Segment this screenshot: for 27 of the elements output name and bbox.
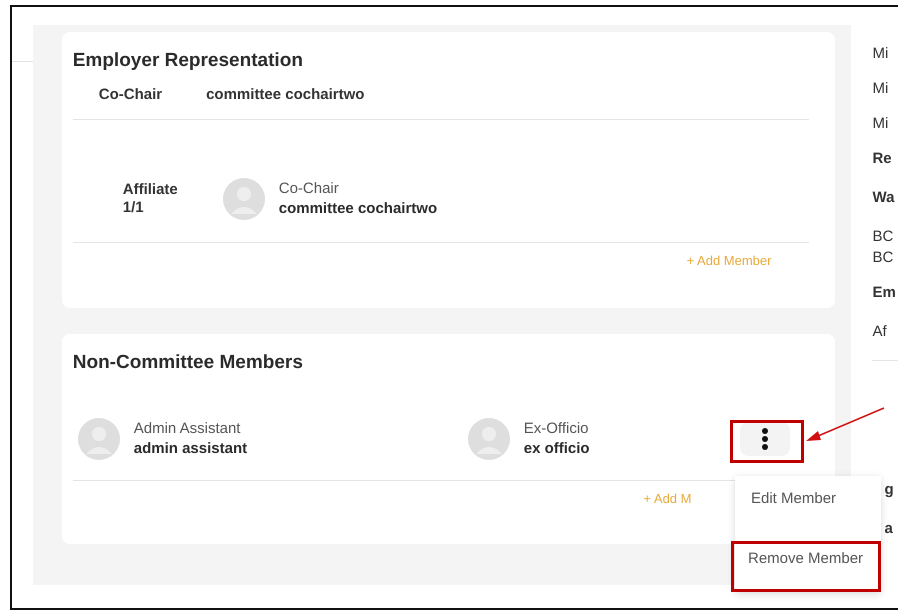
member-name: committee cochairtwo [278,199,438,219]
member-role: Co-Chair [278,179,340,199]
side-text: Wa [872,189,896,206]
side-text: Mi [872,80,890,97]
side-text: g [883,481,895,498]
member-name: committee cochairtwo [206,86,364,103]
member-role: Ex-Officio [524,419,590,439]
group-label: Affiliate [122,181,179,199]
section-title: Non-Committee Members [72,352,304,374]
kebab-icon [760,427,769,451]
group-count: 1/1 [122,199,145,217]
side-text: a [883,520,894,537]
role-label: Co-Chair [98,86,162,103]
side-text: Em [872,284,897,301]
side-text: Af [872,323,888,340]
side-text: Mi [872,45,890,62]
menu-item[interactable]: Remove Member [731,541,881,592]
member-role: Admin Assistant [134,419,242,439]
side-text: BC [872,249,894,266]
section-title: Employer Representation [72,50,304,72]
member-name: admin assistant [134,439,248,459]
side-text: BC [872,228,894,245]
more-button[interactable] [740,422,790,456]
side-text: Mi [872,115,890,132]
side-text: Re [872,150,893,167]
member-name: ex officio [524,439,590,459]
menu-item[interactable]: Edit Member [735,484,881,541]
